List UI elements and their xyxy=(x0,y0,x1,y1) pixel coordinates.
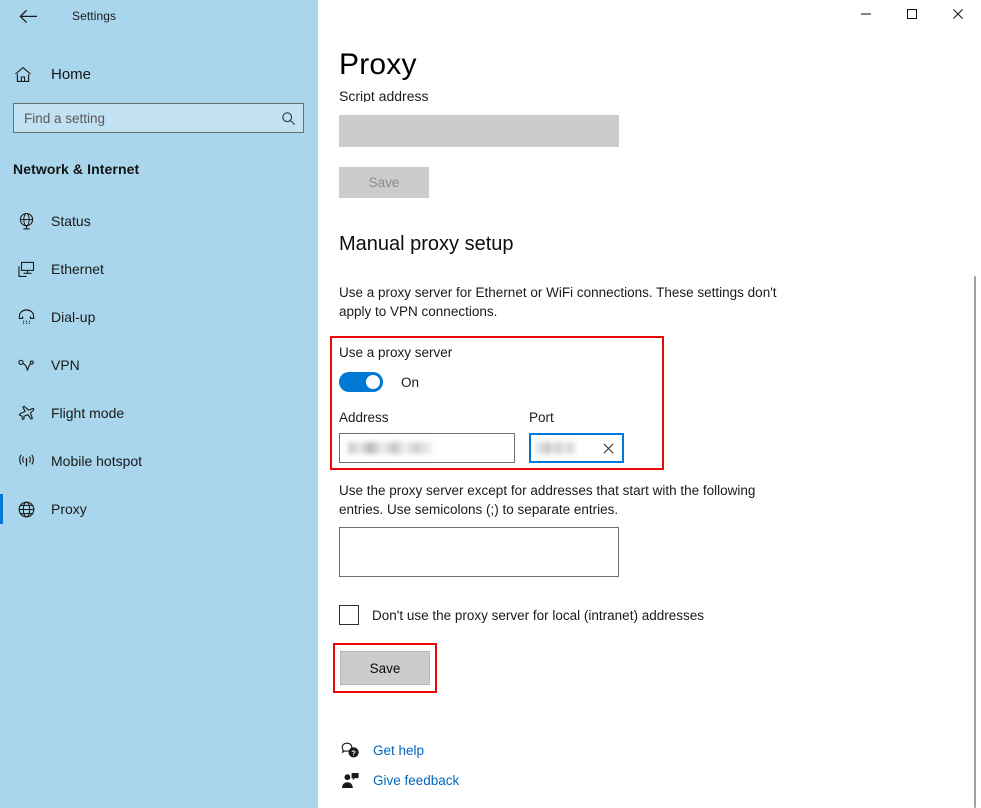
sidebar-item-mobile-hotspot[interactable]: Mobile hotspot xyxy=(0,437,318,485)
address-input[interactable] xyxy=(339,433,515,463)
sidebar-item-ethernet[interactable]: Ethernet xyxy=(0,245,318,293)
sidebar-item-label: Mobile hotspot xyxy=(51,453,142,469)
settings-content: Proxy Script address Save Manual proxy s… xyxy=(318,0,981,808)
port-label: Port xyxy=(529,410,554,425)
manual-proxy-description: Use a proxy server for Ethernet or WiFi … xyxy=(339,283,791,321)
script-address-input xyxy=(339,115,619,147)
main-panel: Proxy Script address Save Manual proxy s… xyxy=(318,0,981,808)
settings-window: Settings Home Network & Internet xyxy=(0,0,981,808)
home-icon xyxy=(14,66,40,83)
give-feedback-label: Give feedback xyxy=(373,773,459,788)
titlebar-left: Settings xyxy=(0,0,318,32)
search-icon[interactable] xyxy=(279,109,297,127)
exceptions-description: Use the proxy server except for addresse… xyxy=(339,481,791,519)
exceptions-input[interactable] xyxy=(340,528,618,576)
app-title: Settings xyxy=(72,9,116,23)
svg-text:?: ? xyxy=(351,748,356,757)
sidebar-item-proxy[interactable]: Proxy xyxy=(0,485,318,533)
selection-accent xyxy=(0,446,3,476)
sidebar-item-label: Ethernet xyxy=(51,261,104,277)
arrow-left-icon xyxy=(19,9,38,24)
sidebar-item-label: Flight mode xyxy=(51,405,124,421)
sidebar-item-label: Dial-up xyxy=(51,309,95,325)
help-bubble-icon: ? xyxy=(339,739,361,761)
sidebar-nav-list: Status Ethernet xyxy=(0,197,318,533)
sidebar: Settings Home Network & Internet xyxy=(0,0,318,808)
bypass-local-checkbox-row[interactable]: Don't use the proxy server for local (in… xyxy=(339,605,704,625)
search-box[interactable] xyxy=(13,103,304,133)
bypass-local-label: Don't use the proxy server for local (in… xyxy=(372,608,704,623)
footer-links: ? Get help Give feedback xyxy=(339,735,459,795)
selection-accent xyxy=(0,206,3,236)
save-button[interactable]: Save xyxy=(340,651,430,685)
selection-accent xyxy=(0,254,3,284)
sidebar-section-title: Network & Internet xyxy=(13,161,318,177)
port-input[interactable] xyxy=(529,433,624,463)
dialup-phone-icon xyxy=(14,305,38,329)
sidebar-item-status[interactable]: Status xyxy=(0,197,318,245)
get-help-label: Get help xyxy=(373,743,424,758)
ethernet-icon xyxy=(14,257,38,281)
sidebar-item-flight-mode[interactable]: Flight mode xyxy=(0,389,318,437)
feedback-person-icon xyxy=(339,769,361,791)
globe-icon xyxy=(14,497,38,521)
port-redacted-value xyxy=(537,442,577,454)
search-input[interactable] xyxy=(24,111,279,126)
get-help-link[interactable]: ? Get help xyxy=(339,735,459,765)
manual-proxy-setup-heading: Manual proxy setup xyxy=(339,233,514,256)
give-feedback-link[interactable]: Give feedback xyxy=(339,765,459,795)
back-button[interactable] xyxy=(14,4,42,28)
use-proxy-toggle-state: On xyxy=(401,375,419,390)
scrollbar-thumb[interactable] xyxy=(974,276,976,808)
content-scrollbar[interactable] xyxy=(969,0,981,808)
globe-status-icon xyxy=(14,209,38,233)
bypass-local-checkbox[interactable] xyxy=(339,605,359,625)
selection-accent xyxy=(0,398,3,428)
sidebar-item-label: Proxy xyxy=(51,501,87,517)
vpn-icon xyxy=(14,353,38,377)
use-proxy-server-label: Use a proxy server xyxy=(339,345,452,360)
sidebar-item-home[interactable]: Home xyxy=(0,57,318,91)
script-address-save-button: Save xyxy=(339,167,429,198)
address-label: Address xyxy=(339,410,389,425)
hotspot-icon xyxy=(14,449,38,473)
use-proxy-toggle[interactable] xyxy=(339,372,383,392)
sidebar-item-dialup[interactable]: Dial-up xyxy=(0,293,318,341)
airplane-icon xyxy=(14,401,38,425)
sidebar-home-label: Home xyxy=(51,66,91,83)
sidebar-item-vpn[interactable]: VPN xyxy=(0,341,318,389)
exceptions-field[interactable] xyxy=(339,527,619,577)
selection-accent xyxy=(0,494,3,524)
sidebar-item-label: Status xyxy=(51,213,91,229)
page-title: Proxy xyxy=(339,48,417,82)
toggle-knob xyxy=(366,375,380,389)
port-clear-button[interactable] xyxy=(598,438,618,458)
address-redacted-value xyxy=(348,442,434,454)
use-proxy-toggle-row[interactable]: On xyxy=(339,372,419,392)
selection-accent xyxy=(0,350,3,380)
sidebar-item-label: VPN xyxy=(51,357,80,373)
script-address-label: Script address xyxy=(339,88,428,102)
selection-accent xyxy=(0,302,3,332)
